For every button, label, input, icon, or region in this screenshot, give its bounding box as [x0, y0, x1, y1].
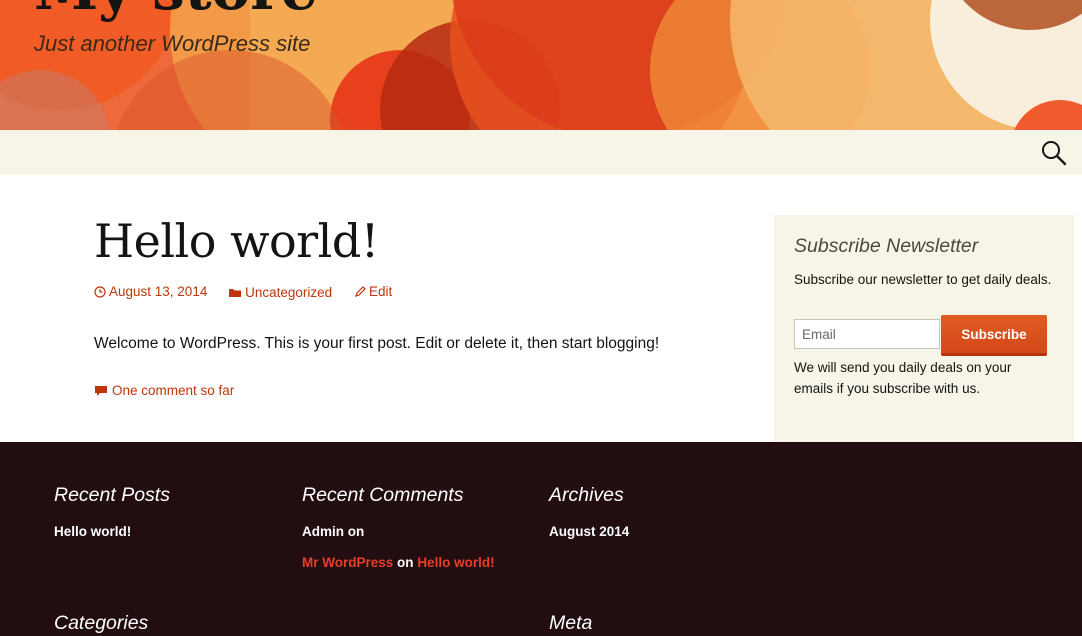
subscribe-button[interactable]: Subscribe: [941, 315, 1047, 356]
newsletter-title: Subscribe Newsletter: [794, 235, 979, 257]
comment-author-link[interactable]: Mr WordPress: [302, 555, 393, 570]
comments-link[interactable]: One comment so far: [94, 383, 234, 398]
edit-label: Edit: [368, 284, 393, 299]
meta-title: Meta: [549, 612, 593, 634]
recent-post-link[interactable]: Hello world!: [54, 524, 131, 539]
comment-post-link[interactable]: Hello world!: [417, 555, 494, 570]
post-content: Welcome to WordPress. This is your first…: [94, 335, 660, 352]
recent-comments-title: Recent Comments: [302, 484, 464, 506]
post-category: Uncategorized: [245, 284, 333, 300]
comment-author: Admin: [302, 524, 344, 539]
folder-icon: [229, 288, 242, 297]
newsletter-widget: Subscribe Newsletter Subscribe our newsl…: [774, 215, 1074, 442]
recent-comment-item: Admin on: [302, 524, 364, 539]
post-date-link[interactable]: August 13, 2014: [94, 284, 207, 299]
comment-icon: [95, 385, 107, 396]
email-field[interactable]: [794, 319, 940, 349]
post-title[interactable]: Hello world!: [94, 214, 379, 268]
post-date: August 13, 2014: [109, 284, 208, 299]
post-meta: August 13, 2014 Uncategorized Edit: [94, 284, 410, 301]
site-title[interactable]: My store: [34, 0, 318, 18]
comment-on: on: [347, 524, 365, 539]
clock-icon: [94, 285, 106, 298]
site-header: My store Just another WordPress site: [0, 0, 1082, 130]
search-icon[interactable]: [1040, 139, 1068, 167]
newsletter-note: We will send you daily deals on your ema…: [794, 360, 1012, 396]
site-description: Just another WordPress site: [34, 31, 311, 56]
comments-link-label: One comment so far: [112, 383, 235, 398]
pencil-icon: [354, 285, 366, 297]
recent-posts-title: Recent Posts: [54, 484, 170, 506]
edit-link[interactable]: Edit: [354, 284, 392, 299]
archives-title: Archives: [549, 484, 624, 506]
recent-comment-item: Mr WordPress on Hello world!: [302, 555, 495, 570]
comment-on: on: [397, 555, 414, 570]
categories-title: Categories: [54, 612, 149, 634]
navigation-bar: [0, 130, 1082, 175]
footer-widgets: Recent Posts Hello world! Recent Comment…: [0, 442, 1082, 636]
post-category-link[interactable]: Uncategorized: [229, 285, 332, 300]
newsletter-description: Subscribe our newsletter to get daily de…: [794, 272, 1052, 287]
archive-link[interactable]: August 2014: [549, 524, 629, 539]
